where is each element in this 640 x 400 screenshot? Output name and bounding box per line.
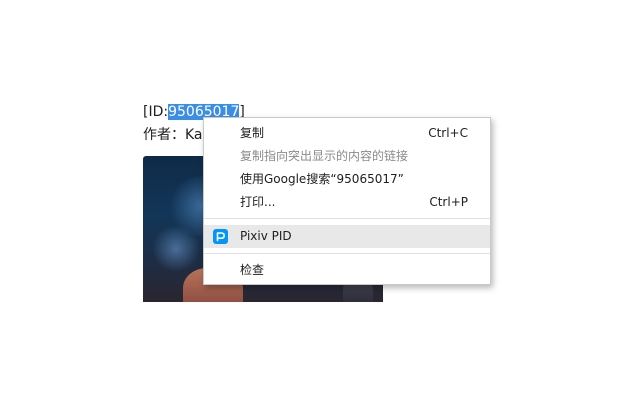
id-prefix: [ID: (143, 104, 169, 120)
pixiv-icon (213, 229, 228, 244)
author-line: 作者：Ka (143, 127, 203, 143)
menu-item-pixiv-pid[interactable]: Pixiv PID (204, 225, 490, 248)
menu-item-inspect[interactable]: 检查 (204, 259, 490, 282)
menu-item-label: 复制 (240, 126, 265, 140)
menu-item-label: 检查 (240, 263, 265, 277)
menu-separator (204, 218, 490, 219)
menu-item-copy-link-to-highlight[interactable]: 复制指向突出显示的内容的链接 (204, 145, 490, 168)
menu-item-label: Pixiv PID (240, 229, 292, 243)
menu-item-copy[interactable]: 复制 Ctrl+C (204, 122, 490, 145)
menu-item-label: 使用Google搜索“95065017” (240, 172, 404, 186)
context-menu: 复制 Ctrl+C 复制指向突出显示的内容的链接 使用Google搜索“9506… (203, 117, 491, 285)
menu-item-label: 复制指向突出显示的内容的链接 (240, 149, 409, 163)
menu-separator (204, 253, 490, 254)
menu-item-print[interactable]: 打印... Ctrl+P (204, 191, 490, 214)
menu-item-shortcut: Ctrl+C (428, 126, 468, 140)
menu-item-search-google[interactable]: 使用Google搜索“95065017” (204, 168, 490, 191)
menu-item-label: 打印... (240, 195, 276, 209)
menu-item-shortcut: Ctrl+P (429, 195, 468, 209)
